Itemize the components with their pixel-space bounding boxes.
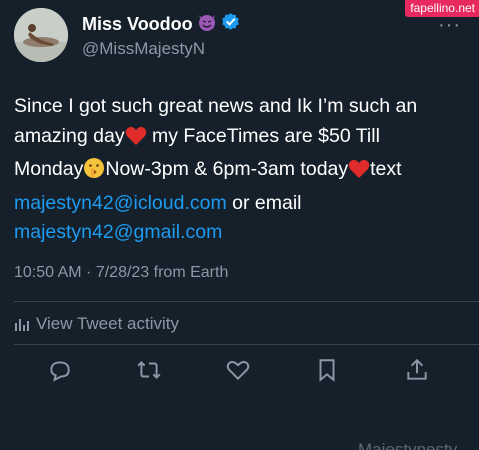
tweet-line-3b: Now-3pm & 6pm-3am today — [105, 158, 349, 180]
activity-label: View Tweet activity — [36, 314, 179, 333]
tweet-line-1: Since I got such great news and Ik I’m s… — [14, 95, 418, 117]
divider — [14, 344, 479, 345]
tweet-line-2b: my FaceTimes are $50 Till — [146, 124, 380, 147]
analytics-icon — [14, 316, 30, 332]
shushing-face-emoji — [83, 157, 105, 189]
or-email-text: or email — [226, 191, 302, 214]
divider — [14, 301, 479, 302]
red-heart-emoji — [125, 126, 147, 156]
red-heart-emoji — [348, 159, 370, 189]
author-info: Miss Voodoo @MissMajestyN — [82, 11, 240, 59]
verified-badge-icon — [221, 12, 240, 36]
tweet-line-3c: text — [370, 158, 402, 180]
display-name[interactable]: Miss Voodoo — [82, 14, 193, 35]
bookmark-icon[interactable] — [314, 357, 340, 383]
tweet-header: Miss Voodoo @MissMajestyN — [14, 8, 240, 62]
smiling-imp-emoji — [197, 12, 217, 37]
share-icon[interactable] — [404, 357, 430, 383]
tweet-text: Since I got such great news and Ik I’m s… — [14, 92, 469, 248]
name-row: Miss Voodoo — [82, 11, 240, 37]
partial-watermark-text: Majestynesty — [358, 440, 458, 450]
tweet-timestamp[interactable]: 10:50 AM · 7/28/23 from Earth — [14, 264, 228, 282]
view-activity-link[interactable]: View Tweet activity — [14, 314, 179, 334]
tweet-line-3a: Monday — [14, 158, 84, 180]
reply-icon[interactable] — [47, 357, 73, 383]
avatar[interactable] — [14, 8, 68, 62]
author-handle[interactable]: @MissMajestyN — [82, 39, 240, 59]
more-options-icon[interactable]: ··· — [438, 14, 461, 37]
like-icon[interactable] — [225, 357, 251, 383]
tweet-line-2a: amazing day — [14, 124, 125, 147]
email-link-icloud[interactable]: majestyn42@icloud.com — [14, 192, 227, 214]
retweet-icon[interactable] — [136, 357, 162, 383]
tweet-page: fapellino.net Miss Voodoo @MissMajestyN … — [0, 0, 479, 450]
email-link-gmail[interactable]: majestyn42@gmail.com — [14, 221, 222, 243]
